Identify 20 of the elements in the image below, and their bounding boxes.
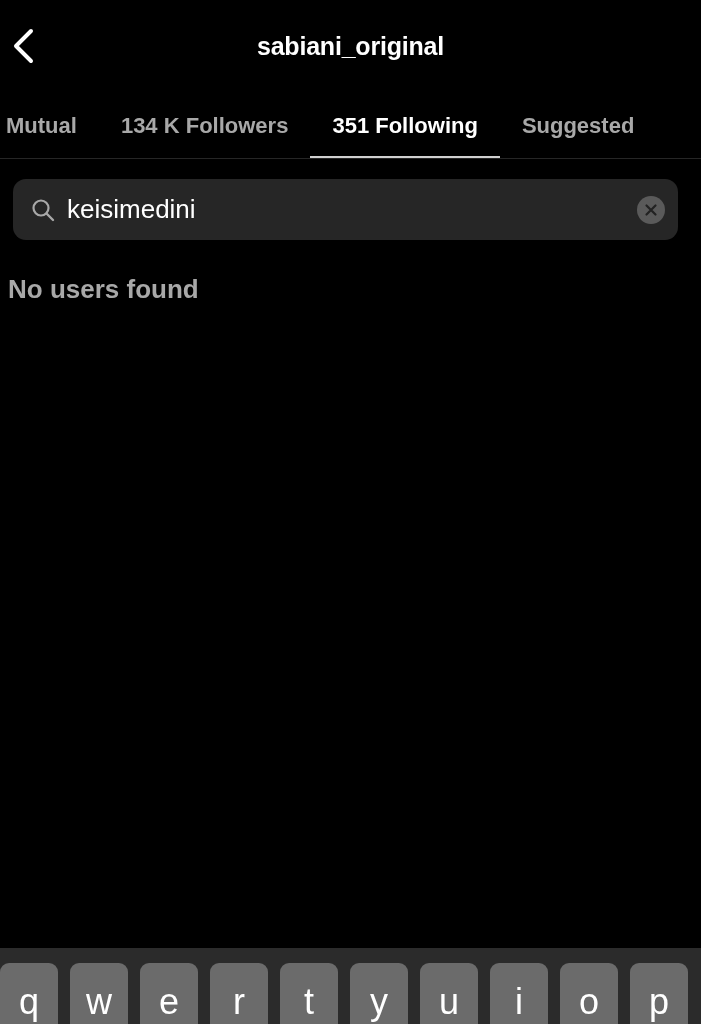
tab[interactable]: 351 Following (310, 94, 500, 158)
empty-message: No users found (8, 273, 200, 306)
keyboard-key[interactable]: t (280, 963, 338, 1024)
back-icon[interactable] (12, 28, 34, 64)
keyboard-key[interactable]: y (350, 963, 408, 1024)
keyboard-key[interactable]: e (140, 963, 198, 1024)
keyboard-key[interactable]: w (70, 963, 128, 1024)
profile-title: sabiani_original (256, 31, 445, 63)
search-field[interactable]: keisimedini (13, 179, 678, 240)
keyboard-key[interactable]: u (420, 963, 478, 1024)
tab[interactable]: Suggested (499, 94, 657, 158)
keyboard-key[interactable]: i (490, 963, 548, 1024)
tab[interactable]: 134 K Followers (98, 94, 311, 158)
search-icon (31, 197, 55, 222)
keyboard-key[interactable]: r (210, 963, 268, 1024)
keyboard-key[interactable]: p (630, 963, 688, 1024)
search-query: keisimedini (67, 193, 197, 226)
keyboard-key[interactable]: o (560, 963, 618, 1024)
tab[interactable]: Mutual (0, 94, 99, 158)
keyboard-key[interactable]: q (0, 963, 58, 1024)
